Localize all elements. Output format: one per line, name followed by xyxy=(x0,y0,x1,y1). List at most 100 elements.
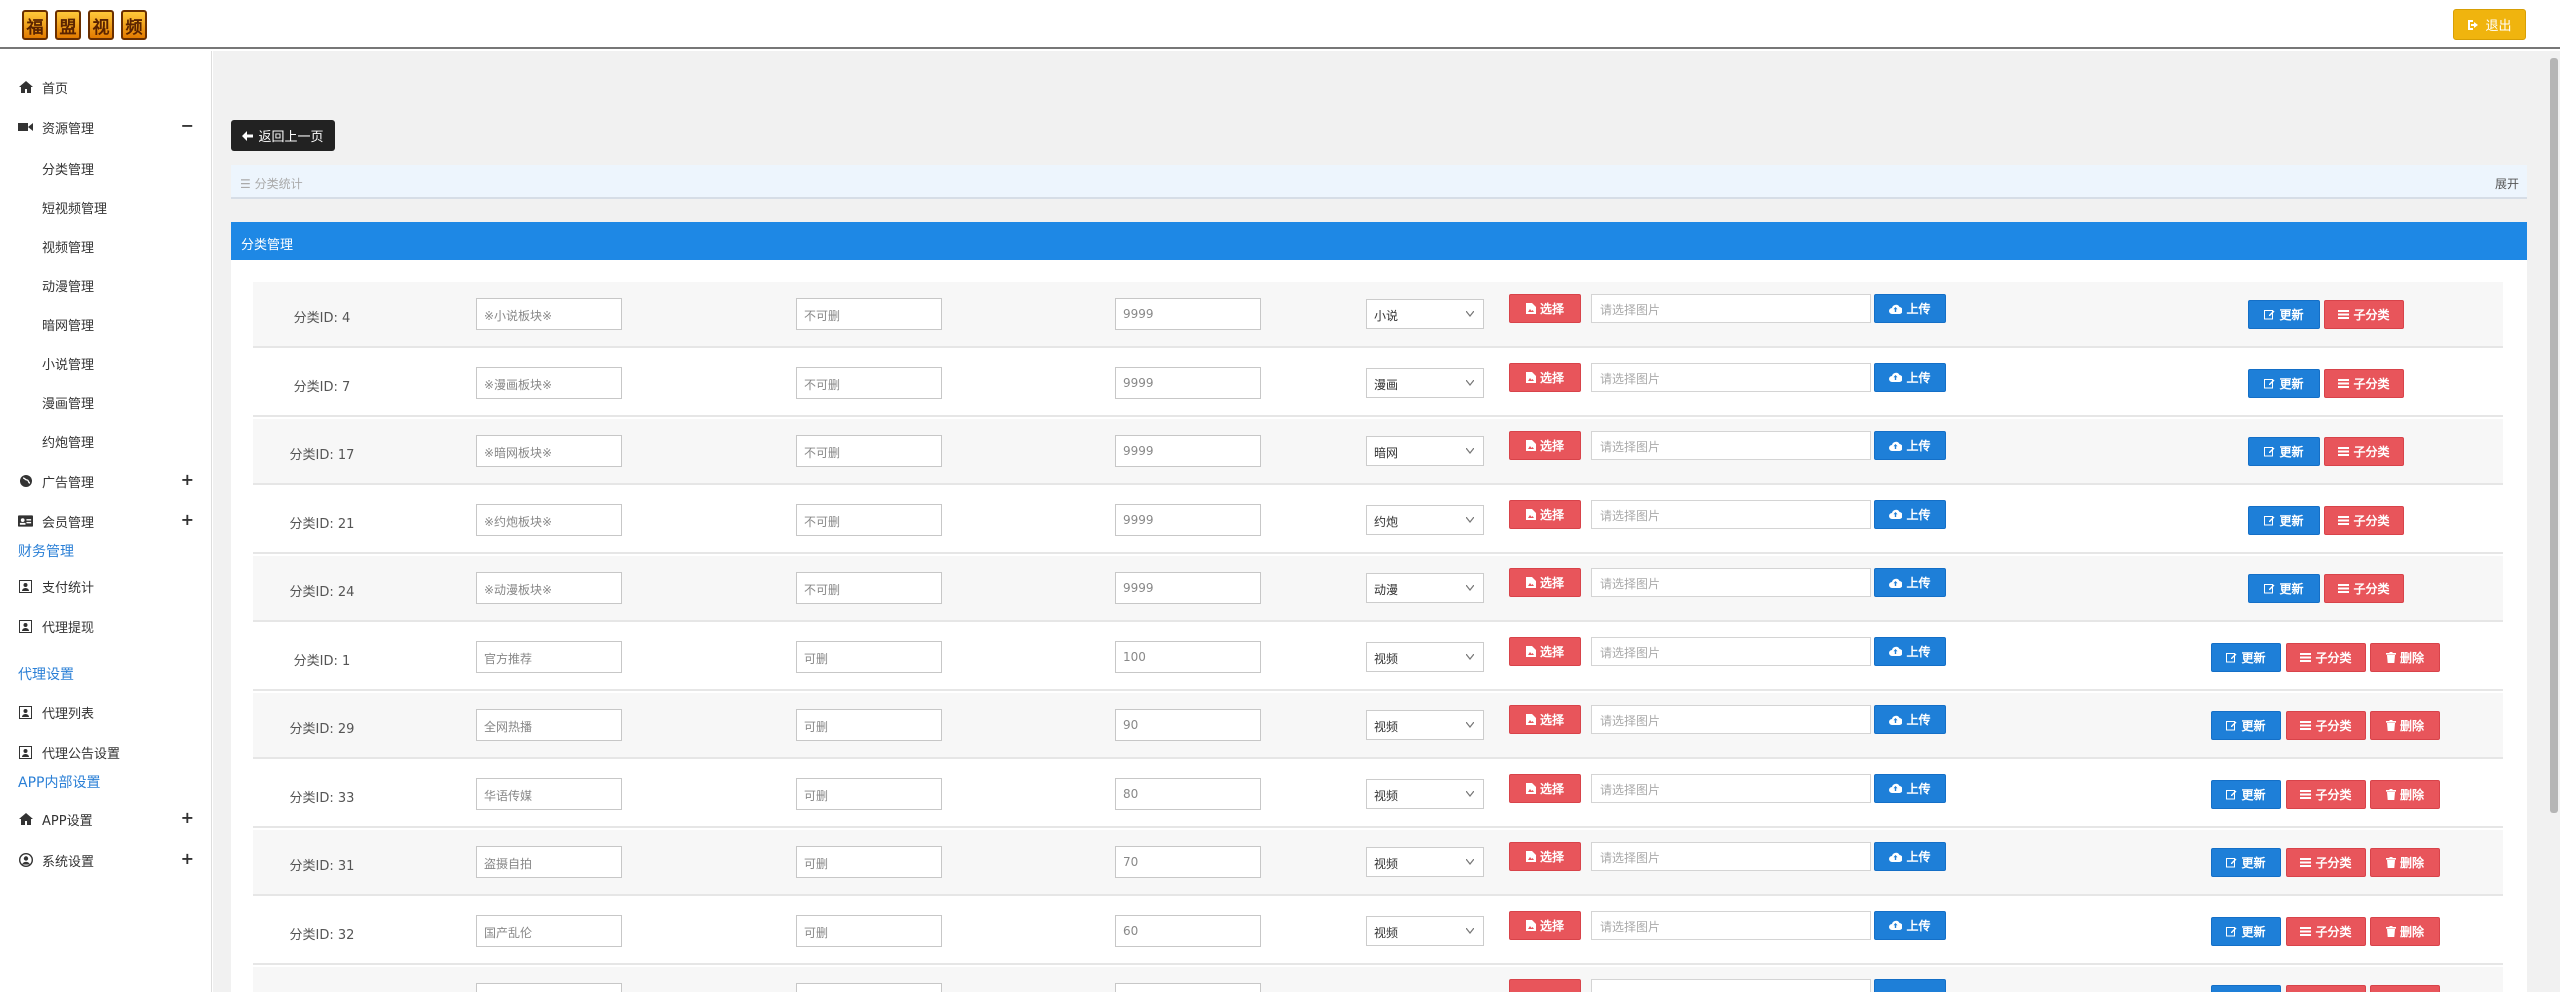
type-select[interactable]: 视频 xyxy=(1366,778,1484,809)
deletable-input[interactable]: 可删 xyxy=(796,777,942,810)
deletable-input[interactable]: 可删 xyxy=(796,640,942,673)
upload-button[interactable]: 上传 xyxy=(1874,499,1946,529)
deletable-input[interactable] xyxy=(796,983,942,992)
sort-input[interactable]: 70 xyxy=(1115,846,1261,878)
type-select[interactable]: 动漫 xyxy=(1366,573,1484,603)
choose-image-button[interactable]: 选择 xyxy=(1509,431,1581,460)
category-name-input[interactable]: ※动漫板块※ xyxy=(476,572,622,604)
update-button[interactable]: 更新 xyxy=(2211,642,2281,672)
update-button[interactable]: 更新 xyxy=(2211,848,2281,877)
type-select[interactable]: 视频 xyxy=(1366,641,1484,672)
sidebar-subitem-dating[interactable]: 约炮管理 xyxy=(42,430,94,452)
update-button[interactable]: 更新 xyxy=(2211,711,2281,740)
sidebar-item-agent-notice[interactable]: 代理公告设置 xyxy=(18,740,194,764)
upload-button[interactable]: 上传 xyxy=(1874,842,1946,871)
type-select[interactable]: 漫画 xyxy=(1366,367,1484,398)
subcategory-button[interactable]: 子分类 xyxy=(2286,848,2366,877)
category-name-input[interactable]: 盗摄自拍 xyxy=(476,846,622,878)
deletable-input[interactable]: 可删 xyxy=(796,709,942,741)
deletable-input[interactable]: 可删 xyxy=(796,914,942,947)
delete-button[interactable]: 删除 xyxy=(2370,711,2440,740)
sidebar-subitem-anime[interactable]: 动漫管理 xyxy=(42,274,94,296)
upload-button[interactable] xyxy=(1874,979,1946,992)
sidebar-subitem-short-video[interactable]: 短视频管理 xyxy=(42,196,107,218)
upload-button[interactable]: 上传 xyxy=(1874,568,1946,597)
update-button[interactable]: 更新 xyxy=(2248,437,2320,466)
subcategory-button[interactable]: 子分类 xyxy=(2286,779,2366,809)
type-select[interactable]: 视频 xyxy=(1366,847,1484,877)
image-path-input[interactable] xyxy=(1591,979,1871,992)
deletable-input[interactable]: 不可删 xyxy=(796,572,942,604)
sidebar-subitem-comic[interactable]: 漫画管理 xyxy=(42,391,94,413)
sidebar-item-members[interactable]: 会员管理 + xyxy=(18,509,194,533)
deletable-input[interactable]: 可删 xyxy=(796,846,942,878)
expand-link[interactable]: 展开 xyxy=(2495,175,2519,192)
update-button[interactable]: 更新 xyxy=(2211,916,2281,946)
expand-icon[interactable]: + xyxy=(181,808,194,827)
category-name-input[interactable]: ※暗网板块※ xyxy=(476,435,622,467)
delete-button[interactable] xyxy=(2370,985,2440,992)
deletable-input[interactable]: 不可删 xyxy=(796,298,942,330)
delete-button[interactable]: 删除 xyxy=(2370,848,2440,877)
sort-input[interactable]: 9999 xyxy=(1115,366,1261,399)
sort-input[interactable]: 9999 xyxy=(1115,435,1261,467)
sort-input[interactable]: 80 xyxy=(1115,777,1261,810)
sidebar-item-system[interactable]: 系统设置 + xyxy=(18,848,194,872)
expand-icon[interactable]: + xyxy=(181,470,194,489)
category-name-input[interactable]: 华语传媒 xyxy=(476,777,622,810)
subcategory-button[interactable]: 子分类 xyxy=(2324,437,2404,466)
sort-input[interactable]: 60 xyxy=(1115,914,1261,947)
choose-image-button[interactable]: 选择 xyxy=(1509,910,1581,940)
choose-image-button[interactable] xyxy=(1509,979,1581,992)
type-select[interactable]: 视频 xyxy=(1366,710,1484,740)
sidebar-subitem-novel[interactable]: 小说管理 xyxy=(42,352,94,374)
upload-button[interactable]: 上传 xyxy=(1874,705,1946,734)
image-path-input[interactable]: 请选择图片 xyxy=(1591,362,1871,392)
upload-button[interactable]: 上传 xyxy=(1874,294,1946,323)
image-path-input[interactable]: 请选择图片 xyxy=(1591,773,1871,803)
sort-input[interactable] xyxy=(1115,983,1261,992)
choose-image-button[interactable]: 选择 xyxy=(1509,294,1581,323)
subcategory-button[interactable]: 子分类 xyxy=(2324,300,2404,329)
subcategory-button[interactable]: 子分类 xyxy=(2324,505,2404,535)
sidebar-subitem-darkweb[interactable]: 暗网管理 xyxy=(42,313,94,335)
subcategory-button[interactable] xyxy=(2286,985,2366,992)
category-name-input[interactable]: ※漫画板块※ xyxy=(476,366,622,399)
subcategory-button[interactable]: 子分类 xyxy=(2286,711,2366,740)
category-name-input[interactable] xyxy=(476,983,622,992)
deletable-input[interactable]: 不可删 xyxy=(796,366,942,399)
back-button[interactable]: 返回上一页 xyxy=(231,120,335,151)
sidebar-item-resources[interactable]: 资源管理 − xyxy=(18,115,194,139)
sidebar-subitem-video[interactable]: 视频管理 xyxy=(42,235,94,257)
choose-image-button[interactable]: 选择 xyxy=(1509,842,1581,871)
update-button[interactable] xyxy=(2211,985,2281,992)
delete-button[interactable]: 删除 xyxy=(2370,642,2440,672)
choose-image-button[interactable]: 选择 xyxy=(1509,773,1581,803)
subcategory-button[interactable]: 子分类 xyxy=(2324,368,2404,398)
update-button[interactable]: 更新 xyxy=(2248,368,2320,398)
upload-button[interactable]: 上传 xyxy=(1874,362,1946,392)
sidebar-subitem-category[interactable]: 分类管理 xyxy=(42,157,94,179)
upload-button[interactable]: 上传 xyxy=(1874,773,1946,803)
image-path-input[interactable]: 请选择图片 xyxy=(1591,705,1871,734)
type-select[interactable]: 小说 xyxy=(1366,299,1484,329)
sidebar-item-payment-stats[interactable]: 支付统计 xyxy=(18,574,194,598)
scrollbar-thumb[interactable] xyxy=(2550,58,2558,813)
update-button[interactable]: 更新 xyxy=(2248,300,2320,329)
category-name-input[interactable]: 国产乱伦 xyxy=(476,914,622,947)
subcategory-button[interactable]: 子分类 xyxy=(2286,916,2366,946)
choose-image-button[interactable]: 选择 xyxy=(1509,705,1581,734)
category-name-input[interactable]: ※小说板块※ xyxy=(476,298,622,330)
choose-image-button[interactable]: 选择 xyxy=(1509,568,1581,597)
sort-input[interactable]: 100 xyxy=(1115,640,1261,673)
deletable-input[interactable]: 不可删 xyxy=(796,435,942,467)
delete-button[interactable]: 删除 xyxy=(2370,916,2440,946)
upload-button[interactable]: 上传 xyxy=(1874,636,1946,666)
choose-image-button[interactable]: 选择 xyxy=(1509,499,1581,529)
category-name-input[interactable]: 全网热播 xyxy=(476,709,622,741)
sort-input[interactable]: 9999 xyxy=(1115,298,1261,330)
update-button[interactable]: 更新 xyxy=(2248,574,2320,603)
category-name-input[interactable]: ※约炮板块※ xyxy=(476,503,622,536)
image-path-input[interactable]: 请选择图片 xyxy=(1591,636,1871,666)
sort-input[interactable]: 9999 xyxy=(1115,503,1261,536)
